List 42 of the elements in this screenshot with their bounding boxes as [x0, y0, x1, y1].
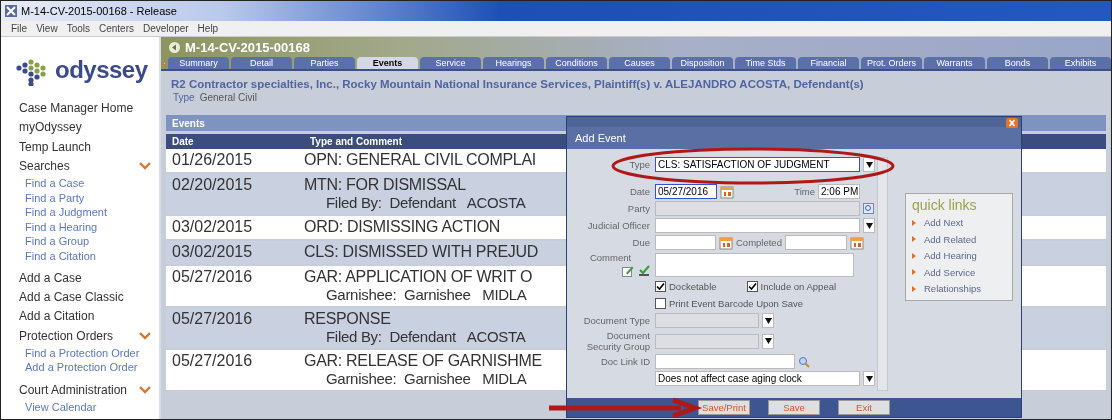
event-comment: Filed By: Defendant ACOSTA: [325, 194, 526, 211]
field-label: Document Type: [583, 315, 650, 326]
date-cell-text: 02/20/2015: [171, 176, 254, 195]
type-label: Type: [173, 92, 195, 103]
event-type: RESPONSE: [304, 310, 392, 328]
event-type: GAR: RELEASE OF GARNISHME: [304, 352, 542, 370]
date-cell-text: 05/27/2016: [171, 310, 254, 329]
date-cell-text: 05/27/2016: [171, 268, 254, 287]
field-label: Document Security Group: [585, 330, 650, 352]
event-type: OPN: GENERAL CIVIL COMPLAI: [304, 151, 536, 169]
window-title: M-14-CV-2015-00168 - Release: [21, 5, 177, 17]
type-value: General Civil: [199, 92, 257, 103]
date-cell-text: 05/27/2016: [171, 352, 254, 371]
date-cell-text: 01/26/2015: [171, 151, 254, 169]
event-type: CLS: DISMISSED WITH PREJUD: [304, 243, 538, 261]
column-header: Date: [171, 136, 195, 147]
field-label: Type: [629, 159, 650, 170]
date-cell-text: 03/02/2015: [171, 218, 254, 236]
field-label: Date: [629, 186, 650, 197]
checkbox-label: Include on Appeal: [760, 281, 837, 292]
event-comment: Garnishee: Garnishee MIDLA: [325, 286, 528, 303]
event-type: GAR: APPLICATION OF WRIT O: [304, 268, 533, 286]
field-label: Doc Link ID: [600, 356, 650, 367]
logo-text: odyssey: [55, 56, 148, 85]
dialog-title: Add Event: [567, 127, 1021, 149]
event-comment: Garnishee: Garnishee MIDLA: [325, 370, 528, 387]
field-label: Party: [627, 203, 650, 214]
quick-links-title: quick links: [912, 197, 978, 213]
field-label: Judicial Officer: [587, 220, 650, 231]
field-label: Due: [632, 237, 650, 248]
event-comment: Filed By: Defendant ACOSTA: [325, 328, 526, 345]
event-type: ORD: DISMISSING ACTION: [304, 218, 501, 236]
field-label: Comment: [589, 252, 632, 263]
column-header: Type and Comment: [309, 136, 403, 147]
case-caption: R2 Contractor specialties, Inc., Rocky Mountain National Insurance Services, Plaintiff(s) v. ALEJANDRO ACOSTA, Defendant(s): [171, 78, 865, 90]
checkbox-label: Docketable: [669, 281, 717, 292]
checkbox-label: Print Event Barcode Upon Save: [669, 298, 804, 309]
event-type: MTN: FOR DISMISSAL: [304, 176, 467, 194]
case-number: M-14-CV-2015-00168: [185, 40, 311, 55]
date-cell-text: 03/02/2015: [171, 243, 254, 261]
field-label: Completed: [736, 237, 782, 248]
field-label: Time: [794, 186, 815, 197]
